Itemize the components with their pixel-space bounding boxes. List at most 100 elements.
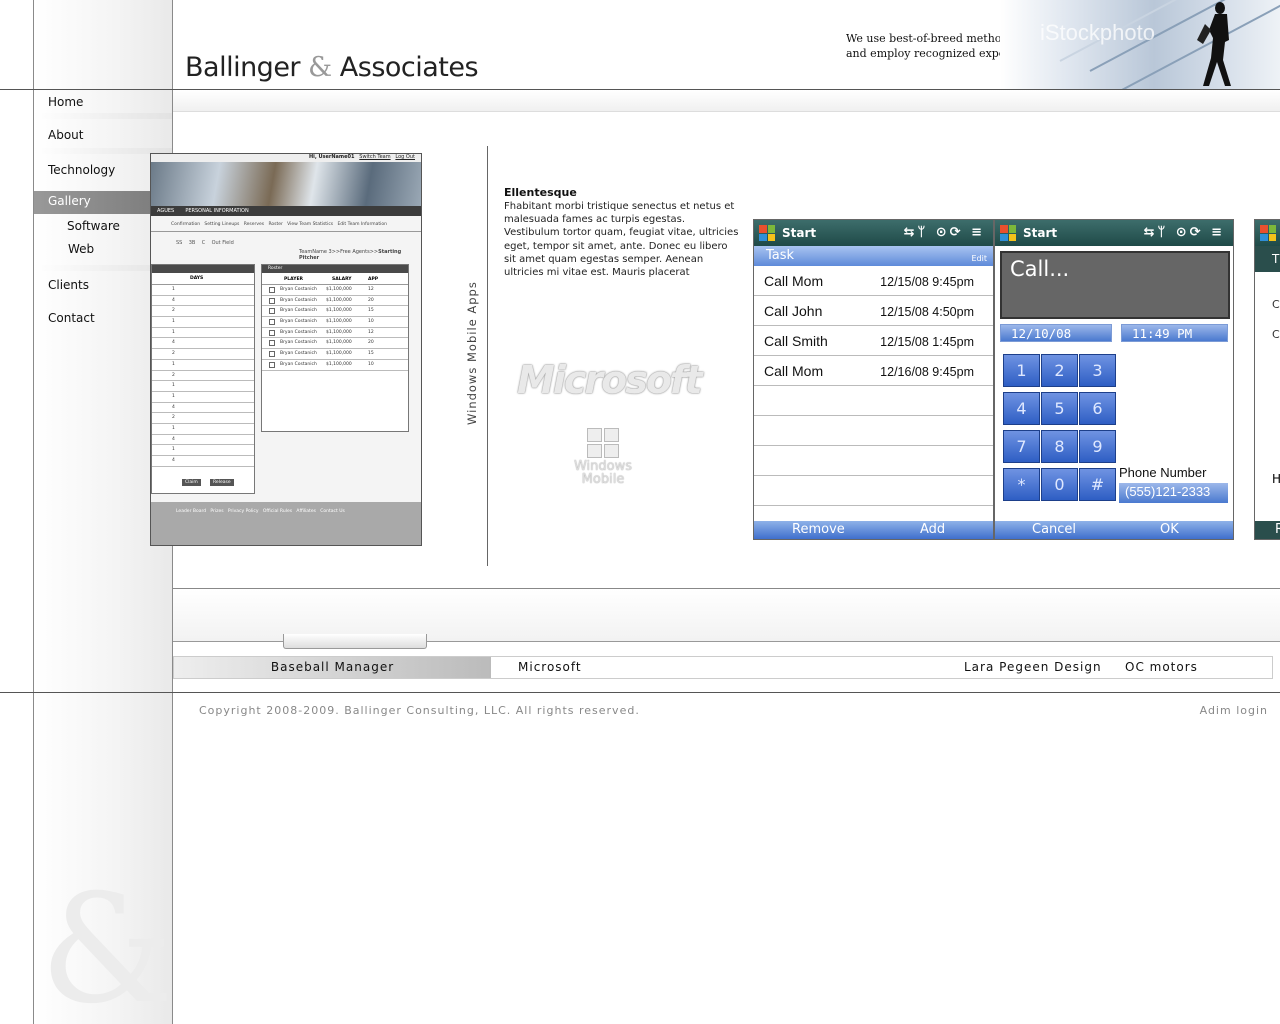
nav-gallery-software[interactable]: Software [67, 219, 120, 233]
roster-checkbox[interactable] [269, 340, 275, 347]
bb-day-row: 4 [152, 403, 254, 414]
site-logo[interactable]: Ballinger & Associates [185, 52, 479, 83]
bb-day-row: 4 [152, 338, 254, 350]
header-photo: iStockphoto [1000, 0, 1280, 89]
dial-key[interactable]: * [1003, 468, 1040, 501]
nav-gallery-web[interactable]: Web [68, 242, 94, 256]
photo-watermark: iStockphoto [1040, 20, 1155, 45]
article-title: Ellentesque [504, 186, 577, 199]
bb-roster-row[interactable]: Bryan Costanich $1,100,000 12 [262, 328, 408, 339]
call-list-item[interactable]: Call Mom 12/15/08 9:45pm [754, 266, 993, 296]
logo-text-left: Ballinger [185, 52, 301, 83]
nav-technology[interactable]: Technology [48, 163, 115, 177]
dial-key[interactable]: 2 [1041, 354, 1078, 387]
nav-clients[interactable]: Clients [48, 278, 89, 292]
edit-link[interactable]: Edit [972, 254, 988, 263]
bb-roster-row[interactable]: Bryan Costanich $1,100,000 15 [262, 306, 408, 318]
phone-task-screen[interactable]: Start ⇆ᛘ ⊙⟳ ≡ Task Edit Call Mom 12/15/08 … [753, 219, 994, 540]
dial-key[interactable]: 1 [1003, 354, 1040, 387]
call-list-item[interactable]: Call Smith 12/15/08 1:45pm [754, 326, 993, 356]
bb-hero-photo [151, 162, 421, 206]
bb-tabs: Confirmation Setting Lineups Reserves Ro… [151, 222, 421, 232]
call-display: Call... [1000, 251, 1230, 319]
logo-text-right: Associates [339, 52, 479, 83]
roster-checkbox[interactable] [269, 308, 275, 315]
nav-contact[interactable]: Contact [48, 311, 95, 325]
bb-roster-row[interactable]: Bryan Costanich $1,100,000 20 [262, 296, 408, 307]
call-date: 12/15/08 9:45pm [880, 275, 974, 289]
nav-about[interactable]: About [48, 128, 83, 142]
article-body: Fhabitant morbi tristique senectus et ne… [504, 201, 739, 279]
microsoft-logo: Microsoft [517, 358, 703, 402]
tab-oc-motors[interactable]: OC motors [1125, 657, 1198, 678]
phone-number-label: Phone Number [1119, 465, 1207, 480]
roster-checkbox[interactable] [269, 361, 275, 368]
dial-key[interactable]: 7 [1003, 430, 1040, 463]
phone-dialer-screen[interactable]: Start ⇆ᛘ ⊙⟳ ≡ Call... 12/10/08 11:49 PM … [994, 219, 1234, 540]
baseball-manager-screenshot[interactable]: Hi, UserName01 Switch Team Log Out AGUES… [150, 153, 422, 546]
phone-title-bar: Start ⇆ᛘ ⊙⟳ ≡ [995, 220, 1233, 246]
gallery-slider-handle[interactable] [283, 634, 427, 649]
bb-roster-row[interactable]: Bryan Costanich $1,100,000 12 [262, 285, 408, 296]
bb-topbar: Hi, UserName01 Switch Team Log Out [151, 154, 421, 162]
roster-checkbox[interactable] [269, 319, 275, 326]
dial-key[interactable]: 9 [1079, 430, 1116, 463]
dial-key[interactable]: 4 [1003, 392, 1040, 425]
nav-separator [34, 113, 172, 119]
call-list-item[interactable]: Call Mom 12/16/08 9:45pm [754, 356, 993, 386]
dial-key[interactable]: 8 [1041, 430, 1078, 463]
roster-checkbox[interactable] [269, 297, 275, 304]
roster-checkbox[interactable] [269, 329, 275, 336]
bb-day-row: 4 [152, 296, 254, 307]
remove-softkey[interactable]: Remove [792, 522, 845, 537]
add-softkey[interactable]: Add [920, 522, 945, 537]
tab-lara-pegeen-design[interactable]: Lara Pegeen Design [964, 657, 1102, 678]
dial-key[interactable]: 3 [1079, 354, 1116, 387]
dial-key[interactable]: 6 [1079, 392, 1116, 425]
dial-key[interactable]: # [1079, 468, 1116, 501]
phone-number-field[interactable]: (555)121-2333 [1119, 483, 1228, 503]
dial-key[interactable]: 0 [1041, 468, 1078, 501]
admin-login-link[interactable]: Adim login [1200, 704, 1268, 717]
bb-days-panel: DAYS 14211421211421414 Claim Release [151, 264, 255, 494]
walking-person-silhouette [1197, 2, 1231, 86]
bb-release-button[interactable]: Release [210, 479, 234, 486]
bb-roster-row[interactable]: Bryan Costanich $1,100,000 15 [262, 349, 408, 360]
bb-roster-row[interactable]: Bryan Costanich $1,100,000 20 [262, 338, 408, 350]
tab-microsoft[interactable]: Microsoft [518, 657, 582, 678]
status-icons: ⇆ᛘ ⊙⟳ ≡ [903, 225, 985, 240]
footer-rule [0, 692, 1280, 693]
roster-checkbox[interactable] [269, 287, 275, 293]
call-list-item[interactable]: Call John 12/15/08 4:50pm [754, 296, 993, 326]
windows-start-icon[interactable] [1000, 225, 1016, 241]
bb-day-row: 1 [152, 445, 254, 456]
bb-day-row: 1 [152, 392, 254, 403]
bb-positions: SS 3B C Out Field [176, 240, 234, 246]
bb-roster-row[interactable]: Bryan Costanich $1,100,000 10 [262, 317, 408, 328]
call-list: Call Mom 12/15/08 9:45pm Call John 12/15/08… [754, 266, 993, 386]
phone-title-bar: Start ⇆ᛘ ⊙⟳ ≡ [754, 220, 993, 246]
ok-softkey[interactable]: OK [1160, 522, 1179, 537]
time-field[interactable]: 11:49 PM [1121, 324, 1228, 342]
nav-home[interactable]: Home [48, 95, 83, 109]
bb-claim-button[interactable]: Claim [182, 479, 201, 486]
cancel-softkey[interactable]: Cancel [1032, 522, 1076, 537]
call-name: Call Mom [764, 363, 824, 379]
gallery-tabs: Baseball Manager Microsoft Lara Pegeen D… [173, 656, 1273, 679]
dial-key[interactable]: 5 [1041, 392, 1078, 425]
call-date: 12/15/08 1:45pm [880, 335, 974, 349]
roster-checkbox[interactable] [269, 351, 275, 358]
bb-day-row: 2 [152, 413, 254, 424]
date-field[interactable]: 12/10/08 [1000, 324, 1112, 342]
phone-cropped-screen[interactable]: T CC H Re [1254, 219, 1280, 540]
copyright: Copyright 2008-2009. Ballinger Consultin… [199, 704, 640, 717]
bb-breadcrumb: TeamName 3>>Free Agents>>Starting Pitche… [299, 249, 402, 261]
start-label: Start [1023, 226, 1058, 240]
bb-roster-row[interactable]: Bryan Costanich $1,100,000 10 [262, 360, 408, 371]
windows-start-icon[interactable] [759, 225, 775, 241]
phone1-softkeys: Remove Add [754, 521, 993, 539]
tab-baseball-manager[interactable]: Baseball Manager [174, 657, 491, 678]
bb-day-row: 1 [152, 328, 254, 339]
windows-start-icon[interactable] [1260, 225, 1276, 241]
bb-nav: AGUES PERSONAL INFORMATION [151, 206, 421, 216]
